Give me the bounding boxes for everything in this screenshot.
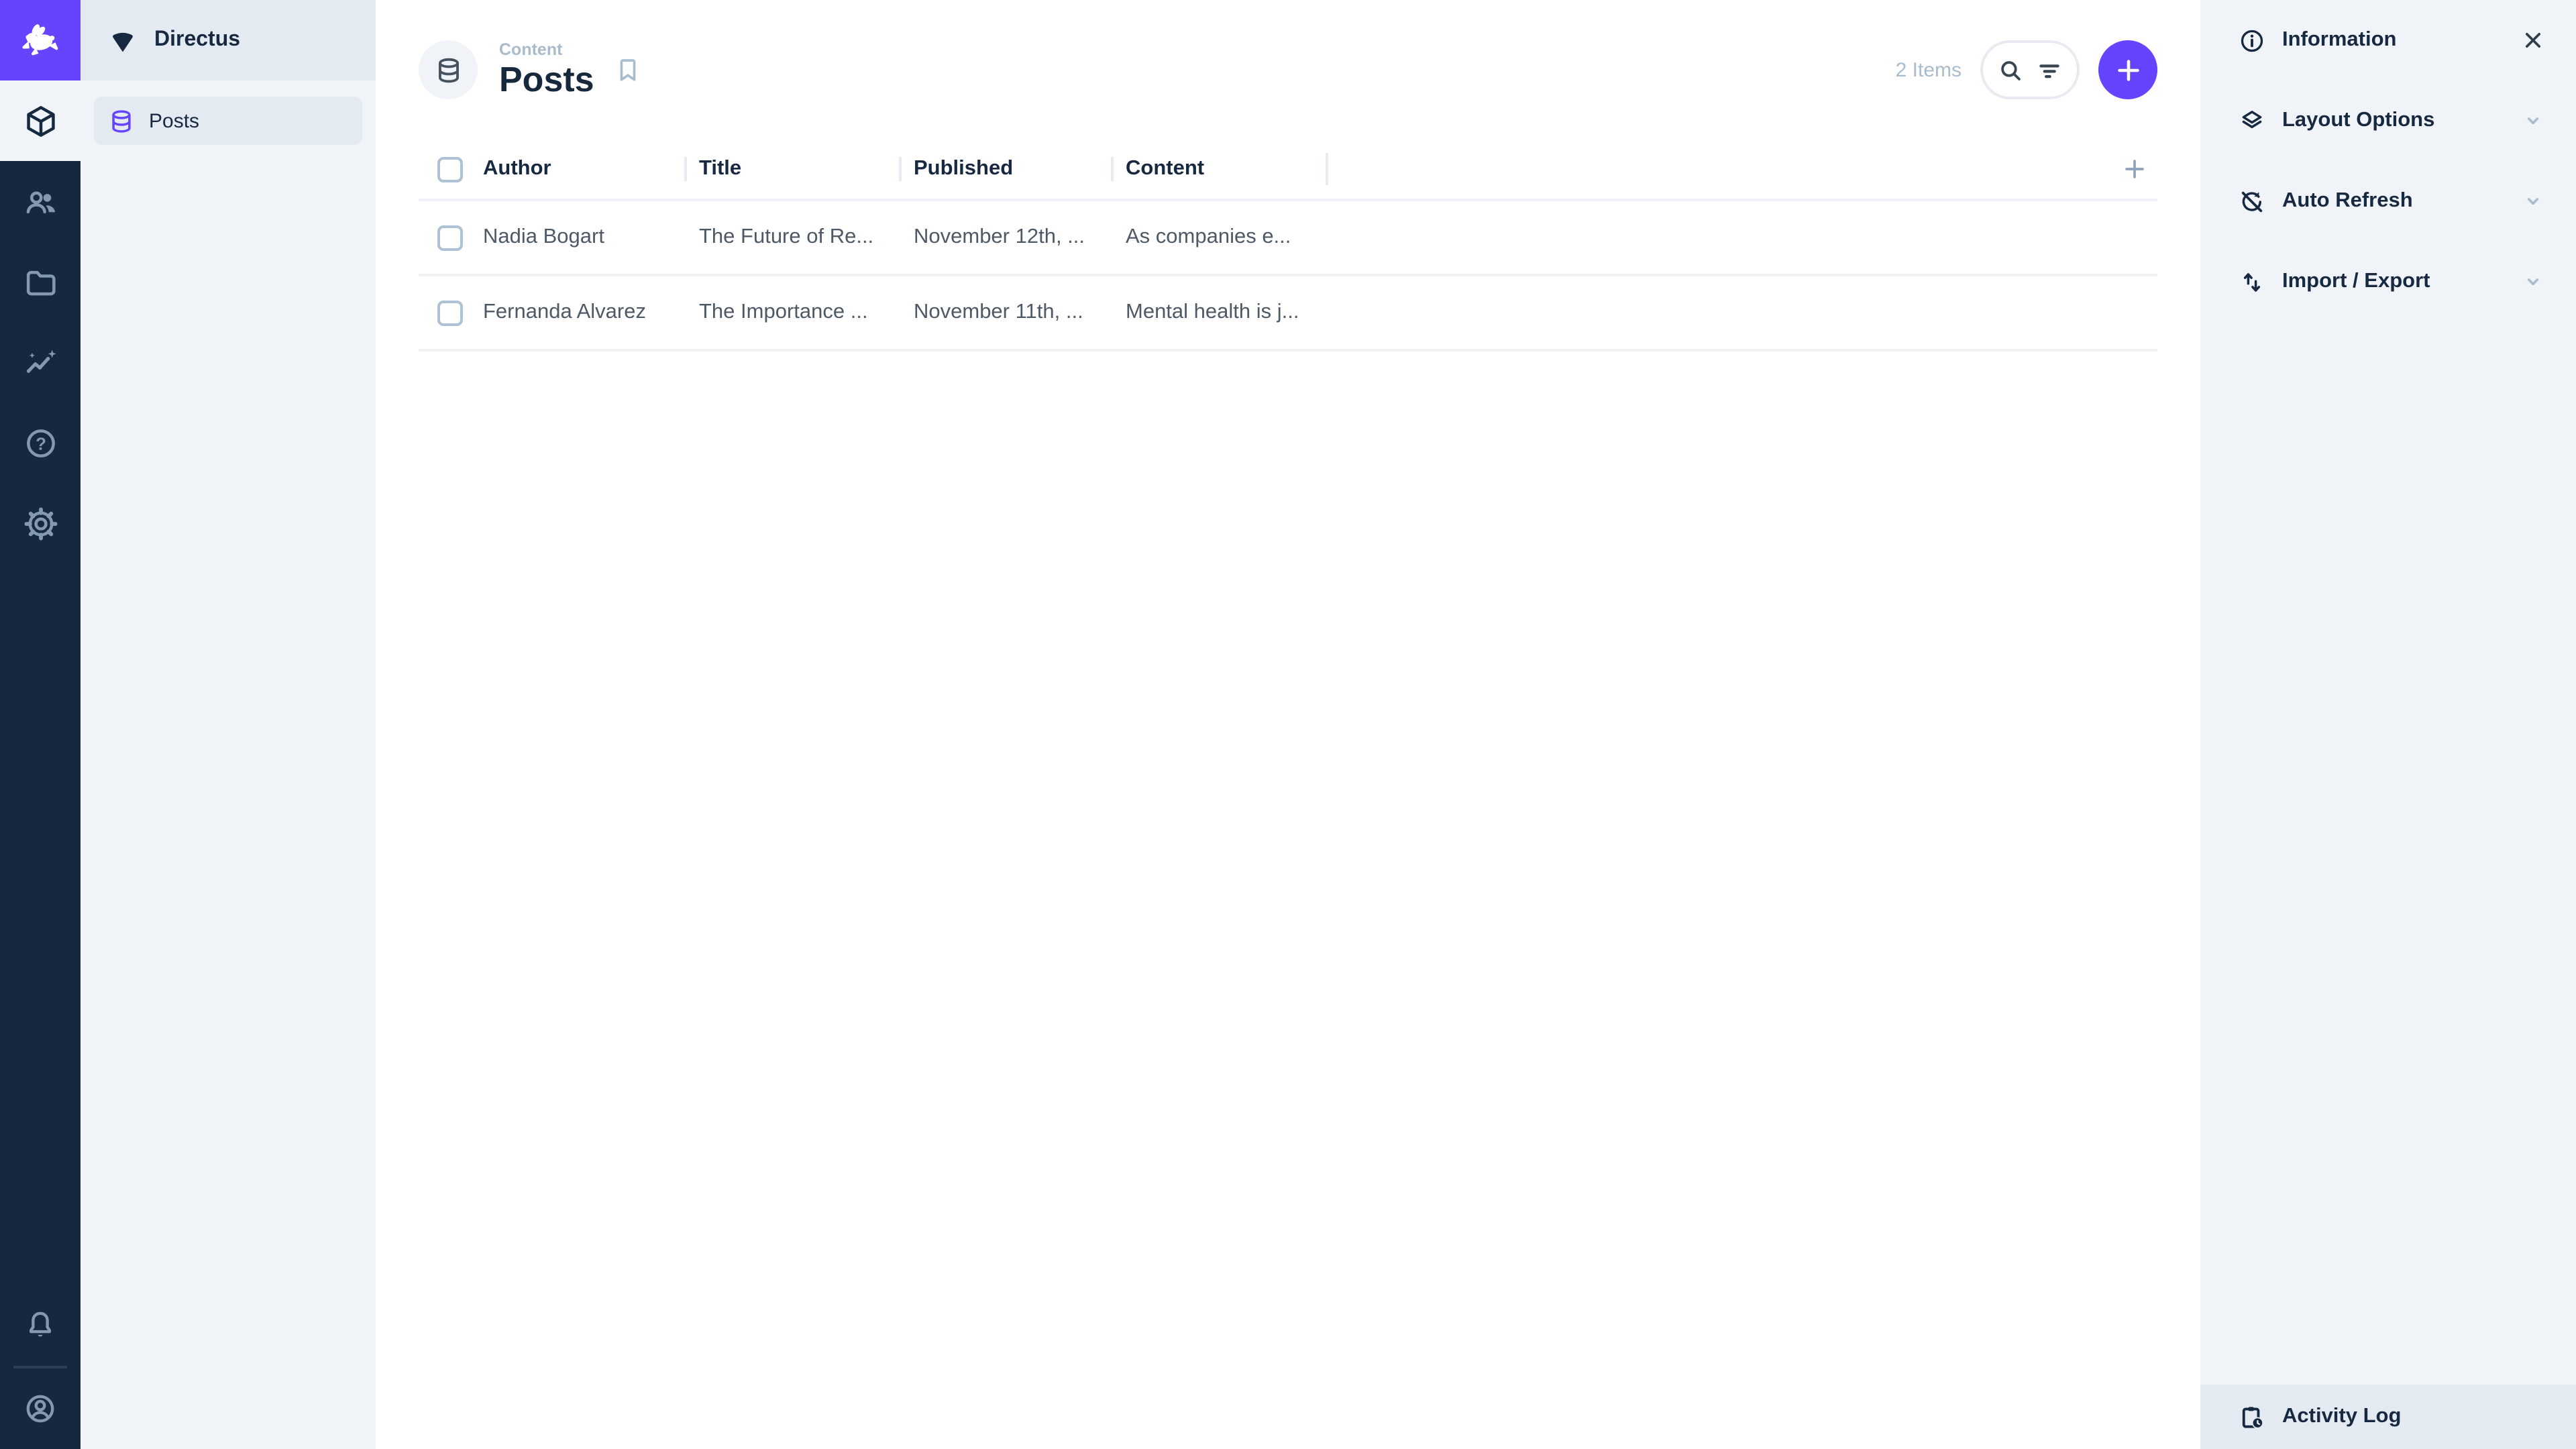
module-bar: ?	[0, 0, 80, 1449]
activity-log-button[interactable]: Activity Log	[2200, 1385, 2576, 1449]
project-chooser[interactable]: Directus	[80, 0, 376, 80]
column-header-title[interactable]: Title	[684, 157, 899, 181]
account-button[interactable]	[0, 1368, 80, 1449]
module-bar-spacer	[0, 564, 80, 1285]
close-icon[interactable]	[2520, 27, 2546, 54]
sync-disabled-icon	[2238, 187, 2266, 215]
items-table: Author Title Published Content Nadia Bog…	[419, 140, 2157, 352]
table-header-filler	[1326, 154, 2157, 184]
info-icon	[2238, 26, 2266, 54]
sidebar-section-label: Layout Options	[2282, 109, 2435, 131]
add-column-button[interactable]	[2120, 154, 2149, 184]
module-content[interactable]	[0, 80, 80, 161]
insights-icon	[22, 344, 58, 380]
plus-icon	[2112, 54, 2143, 85]
chevron-down-icon[interactable]	[2520, 188, 2546, 215]
rabbit-icon	[16, 16, 64, 64]
activity-log-label: Activity Log	[2282, 1405, 2402, 1428]
breadcrumb[interactable]: Content	[499, 40, 594, 59]
cell-content: Mental health is j...	[1126, 301, 1299, 323]
module-help[interactable]: ?	[0, 402, 80, 483]
folder-icon	[22, 264, 58, 300]
column-header-published[interactable]: Published	[899, 157, 1111, 181]
add-item-button[interactable]	[2098, 40, 2157, 99]
select-all-checkbox[interactable]	[437, 156, 463, 182]
items-count: 2 Items	[1895, 58, 1962, 81]
select-all-cell	[419, 156, 483, 182]
nav-item-label: Posts	[149, 109, 200, 132]
swap-vert-icon	[2238, 268, 2266, 296]
people-icon	[22, 183, 58, 219]
sidebar-section-label: Auto Refresh	[2282, 189, 2413, 212]
clipboard-clock-icon	[2238, 1403, 2266, 1431]
search-icon[interactable]	[1996, 56, 2025, 84]
search-filter-pill	[1980, 40, 2080, 99]
gear-icon	[22, 505, 58, 541]
row-checkbox[interactable]	[437, 300, 463, 325]
app-window: ? Directus Posts Content Posts 2 Items A…	[0, 0, 2576, 1449]
nav-sidebar: Directus Posts	[80, 0, 376, 1449]
module-insights[interactable]	[0, 322, 80, 402]
sidebar-section-information[interactable]: Information	[2200, 0, 2576, 80]
layers-icon	[2238, 107, 2266, 135]
header-actions: 2 Items	[1896, 40, 2157, 99]
column-header-author[interactable]: Author	[483, 157, 684, 181]
page-header: Content Posts 2 Items	[376, 0, 2200, 140]
right-sidebar: Information Layout Options Auto Refresh …	[2200, 0, 2576, 1449]
filter-icon[interactable]	[2035, 56, 2063, 84]
sidebar-section-auto-refresh[interactable]: Auto Refresh	[2200, 161, 2576, 241]
notifications-button[interactable]	[0, 1285, 80, 1366]
database-icon	[107, 107, 136, 135]
module-users[interactable]	[0, 161, 80, 241]
titles: Content Posts	[499, 40, 594, 99]
fan-icon	[107, 25, 138, 56]
nav-item-posts[interactable]: Posts	[94, 97, 362, 145]
row-select-cell	[419, 300, 483, 325]
nav-list: Posts	[80, 80, 376, 161]
sidebar-section-layout-options[interactable]: Layout Options	[2200, 80, 2576, 161]
collection-icon-button[interactable]	[419, 40, 478, 99]
help-icon: ?	[22, 425, 58, 461]
chevron-down-icon[interactable]	[2520, 107, 2546, 134]
directus-logo-button[interactable]	[0, 0, 80, 80]
row-checkbox[interactable]	[437, 225, 463, 250]
sidebar-section-label: Information	[2282, 28, 2397, 51]
sidebar-section-import-export[interactable]: Import / Export	[2200, 241, 2576, 322]
database-icon	[433, 54, 464, 85]
project-name: Directus	[154, 28, 241, 51]
cell-title: The Importance ...	[699, 301, 868, 323]
chevron-down-icon[interactable]	[2520, 268, 2546, 295]
cell-published: November 12th, ...	[914, 225, 1085, 248]
cell-author: Nadia Bogart	[483, 225, 604, 248]
module-files[interactable]	[0, 241, 80, 322]
row-select-cell	[419, 225, 483, 250]
cube-icon	[22, 103, 58, 139]
cell-content: As companies e...	[1126, 225, 1291, 248]
bookmark-icon[interactable]	[613, 55, 643, 85]
cell-author: Fernanda Alvarez	[483, 301, 646, 323]
column-header-content[interactable]: Content	[1111, 157, 1326, 181]
sidebar-section-label: Import / Export	[2282, 270, 2430, 292]
page-title: Posts	[499, 59, 594, 100]
main-content: Content Posts 2 Items Author Title Publi…	[376, 0, 2200, 1449]
cell-title: The Future of Re...	[699, 225, 874, 248]
table-row[interactable]: Nadia Bogart The Future of Re... Novembe…	[419, 201, 2157, 276]
cell-published: November 11th, ...	[914, 301, 1083, 323]
table-header-row: Author Title Published Content	[419, 140, 2157, 201]
module-settings[interactable]	[0, 483, 80, 564]
table-row[interactable]: Fernanda Alvarez The Importance ... Nove…	[419, 276, 2157, 352]
account-circle-icon	[23, 1391, 58, 1426]
svg-text:?: ?	[35, 434, 46, 453]
bell-icon	[23, 1308, 58, 1343]
title-group: Content Posts	[419, 40, 643, 99]
